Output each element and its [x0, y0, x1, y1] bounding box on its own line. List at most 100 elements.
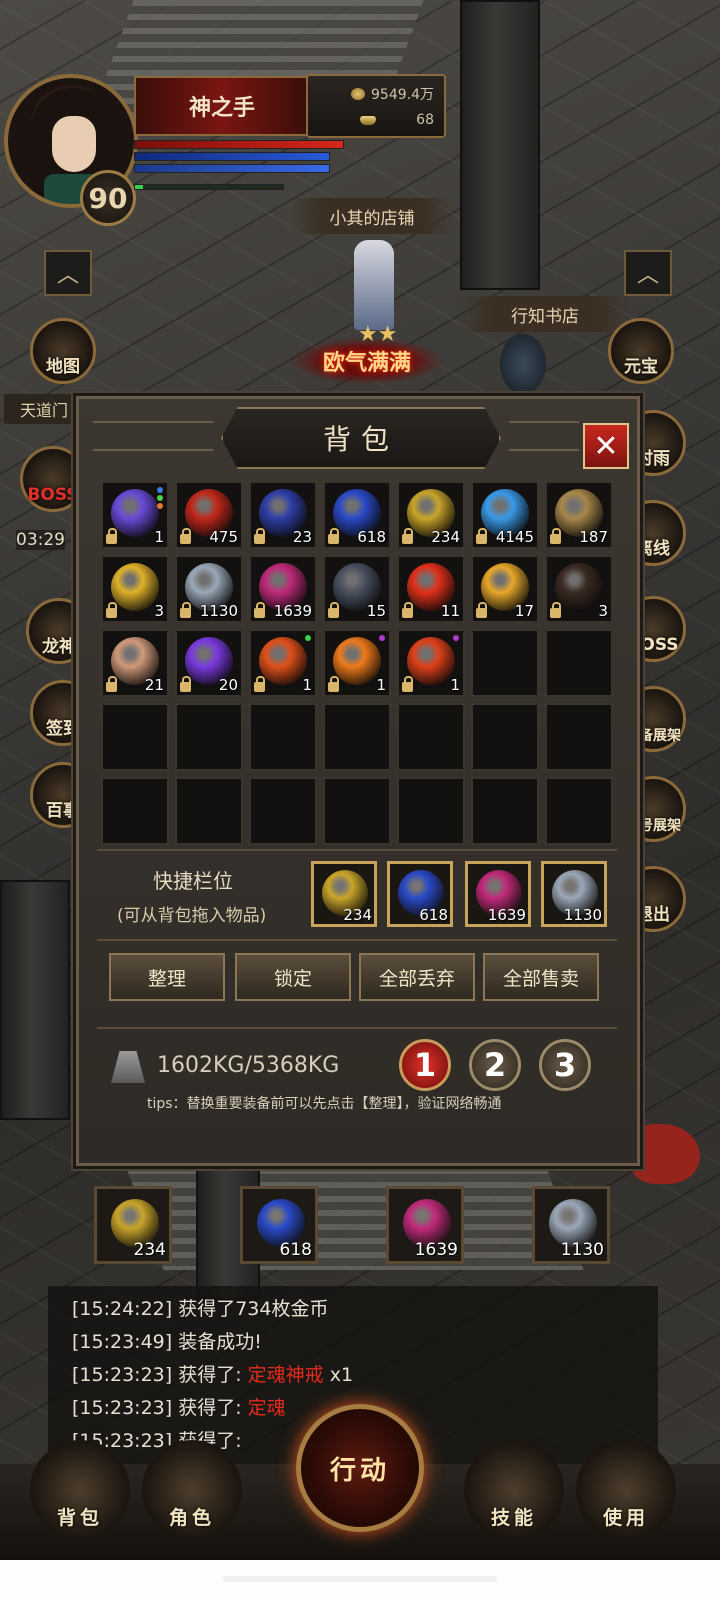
item-icon [111, 563, 159, 611]
lock-button[interactable]: 锁定 [235, 953, 351, 1001]
nav-use-button[interactable]: 使用 [576, 1440, 676, 1540]
inventory-slot[interactable] [323, 777, 391, 845]
gold-coin-icon [351, 88, 365, 100]
hotbar-slot-3[interactable]: 1639 [386, 1186, 464, 1264]
lock-icon [402, 528, 413, 544]
close-icon: ✕ [593, 428, 619, 464]
inventory-slot[interactable] [249, 777, 317, 845]
collapse-left-button[interactable]: ︿ [44, 250, 92, 296]
inventory-slot[interactable]: 3 [101, 555, 169, 623]
nav-bag-button[interactable]: 背包 [30, 1440, 130, 1540]
sort-button[interactable]: 整理 [109, 953, 225, 1001]
zone-label: 天道门 [4, 394, 84, 424]
inventory-slot[interactable]: 1639 [249, 555, 317, 623]
weight-section: 1602KG/5368KG 1 2 3 tips：替换重要装备前可以先点击【整理… [97, 1027, 617, 1117]
quick-slot-title: 快捷栏位 [153, 869, 233, 893]
inventory-slot[interactable]: 3 [545, 555, 613, 623]
inventory-slot[interactable] [545, 703, 613, 771]
home-indicator[interactable] [222, 1576, 498, 1582]
chat-line: [15:24:22] 获得了734枚金币 [72, 1294, 328, 1321]
inventory-slot[interactable]: 618 [323, 481, 391, 549]
inventory-slot[interactable] [249, 703, 317, 771]
nav-skills-button[interactable]: 技能 [464, 1440, 564, 1540]
inventory-slot[interactable]: 475 [175, 481, 243, 549]
collapse-right-button[interactable]: ︿ [624, 250, 672, 296]
bag-panel: 背包 ✕ 1 475 23 618 234 4145 187 3 1130 1639 15 11 17 3… [76, 396, 640, 1166]
inventory-slot[interactable] [471, 777, 539, 845]
chat-time: [15:23:49] [72, 1331, 173, 1353]
quick-slot-section: 快捷栏位 (可从背包拖入物品) 234 618 1639 1130 [97, 849, 617, 941]
item-count: 1 [154, 528, 164, 546]
bookstore-name-label[interactable]: 行知书店 [460, 296, 630, 332]
hotbar-slot-1[interactable]: 234 [94, 1186, 172, 1264]
game-screen: 90 神之手 9549.4万 68 小其的店铺 行知书店 ︿ ︿ 欧气满满 ★★… [0, 0, 720, 1600]
inventory-grid: 1 475 23 618 234 4145 187 3 1130 1639 15 11 17 3 21 20 1… [101, 481, 613, 846]
chat-suffix: x1 [323, 1364, 354, 1386]
lock-icon [328, 602, 339, 618]
inventory-slot[interactable]: 1 [249, 629, 317, 697]
hotbar-slot-4[interactable]: 1130 [532, 1186, 610, 1264]
chat-text: 获得了: [178, 1397, 242, 1419]
lock-icon [402, 676, 413, 692]
sell-all-button[interactable]: 全部售卖 [483, 953, 599, 1001]
stone-pillar [460, 0, 540, 290]
item-count: 1639 [273, 602, 312, 620]
inventory-slot[interactable] [101, 777, 169, 845]
hotbar-slot-2[interactable]: 618 [240, 1186, 318, 1264]
inventory-slot[interactable] [175, 777, 243, 845]
inventory-slot[interactable] [323, 703, 391, 771]
inventory-slot[interactable] [397, 703, 465, 771]
inventory-slot[interactable]: 234 [397, 481, 465, 549]
inventory-slot[interactable]: 1 [323, 629, 391, 697]
map-button[interactable]: 地图 [30, 318, 96, 384]
inventory-slot[interactable] [545, 629, 613, 697]
chat-item-name[interactable]: 定魂神戒 [248, 1364, 324, 1386]
inventory-slot[interactable]: 21 [101, 629, 169, 697]
inventory-slot[interactable]: 23 [249, 481, 317, 549]
chat-time: [15:23:23] [72, 1397, 173, 1419]
action-button[interactable]: 行动 [296, 1404, 424, 1532]
inventory-slot[interactable] [545, 777, 613, 845]
title-ornament-right [509, 421, 579, 451]
discard-all-button[interactable]: 全部丢弃 [359, 953, 475, 1001]
ingot-amount: 68 [416, 112, 434, 128]
item-count: 618 [357, 528, 386, 546]
inventory-slot[interactable] [471, 629, 539, 697]
inventory-slot[interactable] [471, 703, 539, 771]
inventory-slot[interactable] [397, 777, 465, 845]
page-3-button[interactable]: 3 [539, 1039, 591, 1091]
quick-slot-4[interactable]: 1130 [541, 861, 607, 927]
lock-icon [328, 676, 339, 692]
inventory-slot[interactable]: 11 [397, 555, 465, 623]
book-npc[interactable] [500, 334, 546, 394]
page-2-button[interactable]: 2 [469, 1039, 521, 1091]
chat-text: 获得了: [178, 1364, 242, 1386]
quality-dot [305, 635, 311, 641]
lock-icon [254, 528, 265, 544]
inventory-slot[interactable] [175, 703, 243, 771]
inventory-slot[interactable]: 1 [101, 481, 169, 549]
nav-character-button[interactable]: 角色 [142, 1440, 242, 1540]
inventory-slot[interactable]: 15 [323, 555, 391, 623]
inventory-slot[interactable]: 187 [545, 481, 613, 549]
ingot-shop-button[interactable]: 元宝 [608, 318, 674, 384]
inventory-slot[interactable]: 4145 [471, 481, 539, 549]
inventory-slot[interactable] [101, 703, 169, 771]
quick-slot-1[interactable]: 234 [311, 861, 377, 927]
item-count: 1 [450, 676, 460, 694]
page-1-button[interactable]: 1 [399, 1039, 451, 1091]
item-count: 15 [366, 602, 386, 620]
shop-name-label[interactable]: 小其的店铺 [290, 198, 454, 234]
quick-slot-2[interactable]: 618 [387, 861, 453, 927]
inventory-slot[interactable]: 17 [471, 555, 539, 623]
inventory-slot[interactable]: 1130 [175, 555, 243, 623]
inventory-slot[interactable]: 1 [397, 629, 465, 697]
lock-icon [106, 528, 117, 544]
chat-item-name[interactable]: 定魂 [248, 1397, 286, 1419]
chat-time: [15:23:23] [72, 1364, 173, 1386]
inventory-slot[interactable]: 20 [175, 629, 243, 697]
quality-dot [157, 503, 163, 509]
shop-npc[interactable] [354, 240, 394, 330]
quick-slot-3[interactable]: 1639 [465, 861, 531, 927]
close-button[interactable]: ✕ [583, 423, 629, 469]
